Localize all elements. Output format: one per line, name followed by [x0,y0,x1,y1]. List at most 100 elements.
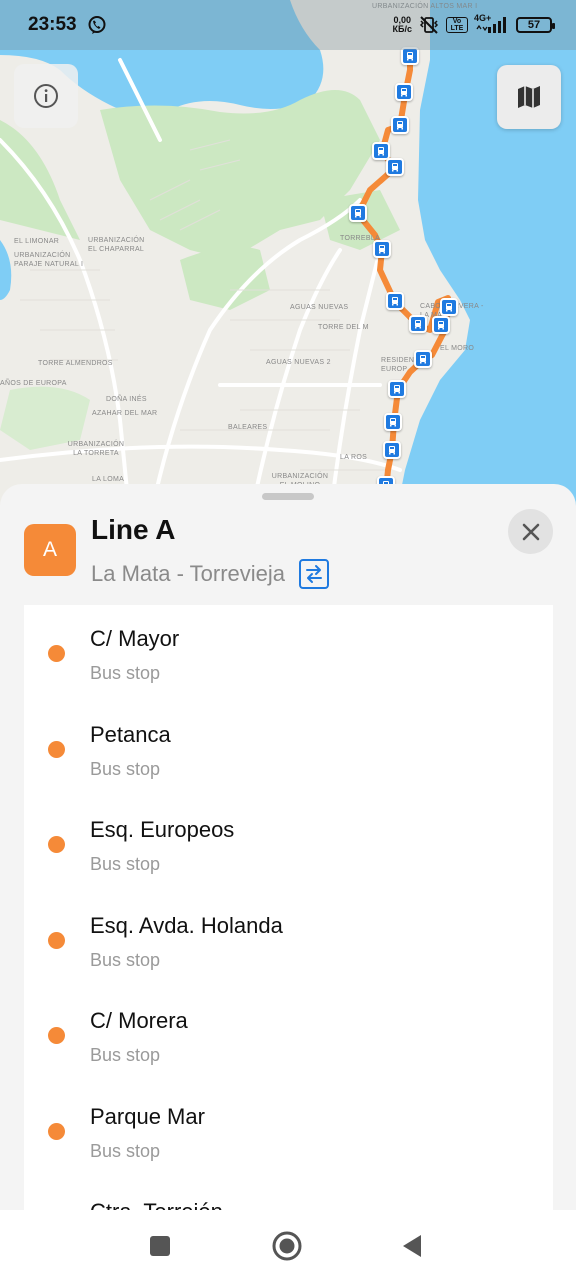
bus-stop-marker[interactable] [386,292,404,310]
network-speed-unit: КБ/с [392,24,412,34]
bus-stop-marker[interactable] [391,116,409,134]
bus-stop-marker[interactable] [414,350,432,368]
bus-stop-marker[interactable] [372,142,390,160]
navigation-bar [0,1210,576,1280]
bus-stop-marker[interactable] [388,380,406,398]
list-item[interactable]: Parque Mar Bus stop [24,1083,553,1179]
square-icon [150,1236,170,1256]
back-triangle-icon [403,1235,421,1257]
map-label: LA ROS [340,454,368,461]
stop-type: Bus stop [90,1140,161,1161]
bus-icon [389,446,395,455]
list-item[interactable]: C/ Morera Bus stop [24,987,553,1083]
stop-name: Parque Mar [90,1103,205,1129]
list-item[interactable]: C/ Mayor Bus stop [24,605,553,701]
signal-icon: 4G+ [474,13,510,35]
network-speed: 0,00 КБ/с [393,16,412,34]
status-icons: 0,00 КБ/с Vo LTE 4G+ 57 [393,13,555,35]
map-label: AÑOS DE EUROPA [0,380,67,387]
bus-stop-marker[interactable] [384,413,402,431]
status-time: 23:53 [28,14,77,35]
stop-name: C/ Morera [90,1008,188,1033]
status-bar: 23:53 0,00 КБ/с Vo LTE 4G+ 57 [0,0,576,50]
map-label: DOÑA INÉS [106,396,147,403]
battery-icon: 57 [516,17,555,33]
stop-list[interactable]: C/ Mayor Bus stop Petanca Bus stop Esq. … [24,605,553,1214]
bus-icon [420,355,426,364]
map-layers-button[interactable] [497,65,561,129]
bus-icon [378,147,384,156]
battery-level: 57 [527,19,541,31]
list-item[interactable]: Ctra. Torrejón [24,1178,553,1214]
stop-dot-icon [48,645,65,662]
bus-stop-marker[interactable] [349,204,367,222]
stop-type: Bus stop [90,758,161,779]
stop-name: Esq. Europeos [90,817,235,842]
bus-stop-marker[interactable] [395,83,413,101]
back-button[interactable] [396,1230,428,1262]
bus-stop-marker[interactable] [383,441,401,459]
bus-stop-marker[interactable] [409,315,427,333]
swap-direction-icon [306,565,322,583]
stop-dot-icon [48,1122,65,1140]
stop-type: Bus stop [90,663,161,683]
stop-name: Petanca [90,721,171,747]
network-type: 4G+ [474,13,492,23]
volte-label: Vo LTE [450,18,464,32]
close-icon [522,523,539,540]
list-item[interactable]: Petanca Bus stop [24,701,553,797]
map-label: EL LIMONAR [14,238,60,245]
stop-type: Bus stop [90,949,161,970]
info-icon [34,84,58,108]
stop-type: Bus stop [90,854,161,874]
map-label: AGUAS NUEVAS 2 [266,359,331,366]
map-label: URBANIZACIÓN PARAJE NATURAL I [14,252,84,268]
bus-icon [379,245,385,254]
map-label: URBANIZACIÓN LA TORRETA [67,441,125,457]
bus-icon [401,88,407,97]
bus-stop-marker[interactable] [386,158,404,176]
stop-name: C/ Mayor [90,626,180,651]
map-label: URBANIZACIÓN EL CHAPARRAL [88,237,145,253]
bus-icon [397,121,403,130]
map-label: AZAHAR DEL MAR [92,410,158,417]
bus-icon [392,297,398,306]
map-view[interactable]: URBANIZACIÓN ALTOS MAR I TORREBLA EL LIM… [0,0,576,520]
vibrate-icon [418,15,440,35]
stop-dot-icon [48,1027,65,1044]
info-button[interactable] [14,64,78,128]
line-details-sheet[interactable]: A Line A La Mata - Torrevieja C/ Mayor B… [0,484,576,1214]
bus-icon [446,303,452,312]
map-label: AGUAS NUEVAS [290,304,349,311]
volte-icon: Vo LTE [446,17,468,33]
stop-dot-icon [48,836,65,853]
bus-icon [355,209,361,218]
close-button[interactable] [508,509,553,554]
bus-icon [438,321,444,330]
stop-name: Esq. Avda. Holanda [90,912,283,938]
bus-icon [390,418,396,427]
map-label: EL MORO [440,345,475,352]
stop-type: Bus stop [90,1045,161,1065]
bus-stop-marker[interactable] [432,316,450,334]
map-label: TORRE ALMENDROS [38,360,113,367]
map-label: TORRE DEL M [318,324,369,331]
drag-handle[interactable] [262,493,314,500]
map-label: LA LOMA [92,476,125,483]
line-route-subtitle: La Mata - Torrevieja [91,561,286,586]
home-circle-icon [272,1231,302,1261]
line-badge: A [24,524,76,576]
bus-icon [392,163,398,172]
bus-stop-marker[interactable] [440,298,458,316]
stop-dot-icon [48,931,65,949]
bus-stop-marker[interactable] [373,240,391,258]
swap-direction-button[interactable] [299,559,329,589]
bus-icon [394,385,400,394]
list-item[interactable]: Esq. Europeos Bus stop [24,796,553,892]
recents-button[interactable] [144,1230,176,1262]
line-title: Line A [91,514,176,545]
map-label: BALEARES [228,424,268,431]
map-label: RESIDEN EUROP [381,357,415,373]
home-button[interactable] [271,1230,303,1262]
list-item[interactable]: Esq. Avda. Holanda Bus stop [24,892,553,988]
